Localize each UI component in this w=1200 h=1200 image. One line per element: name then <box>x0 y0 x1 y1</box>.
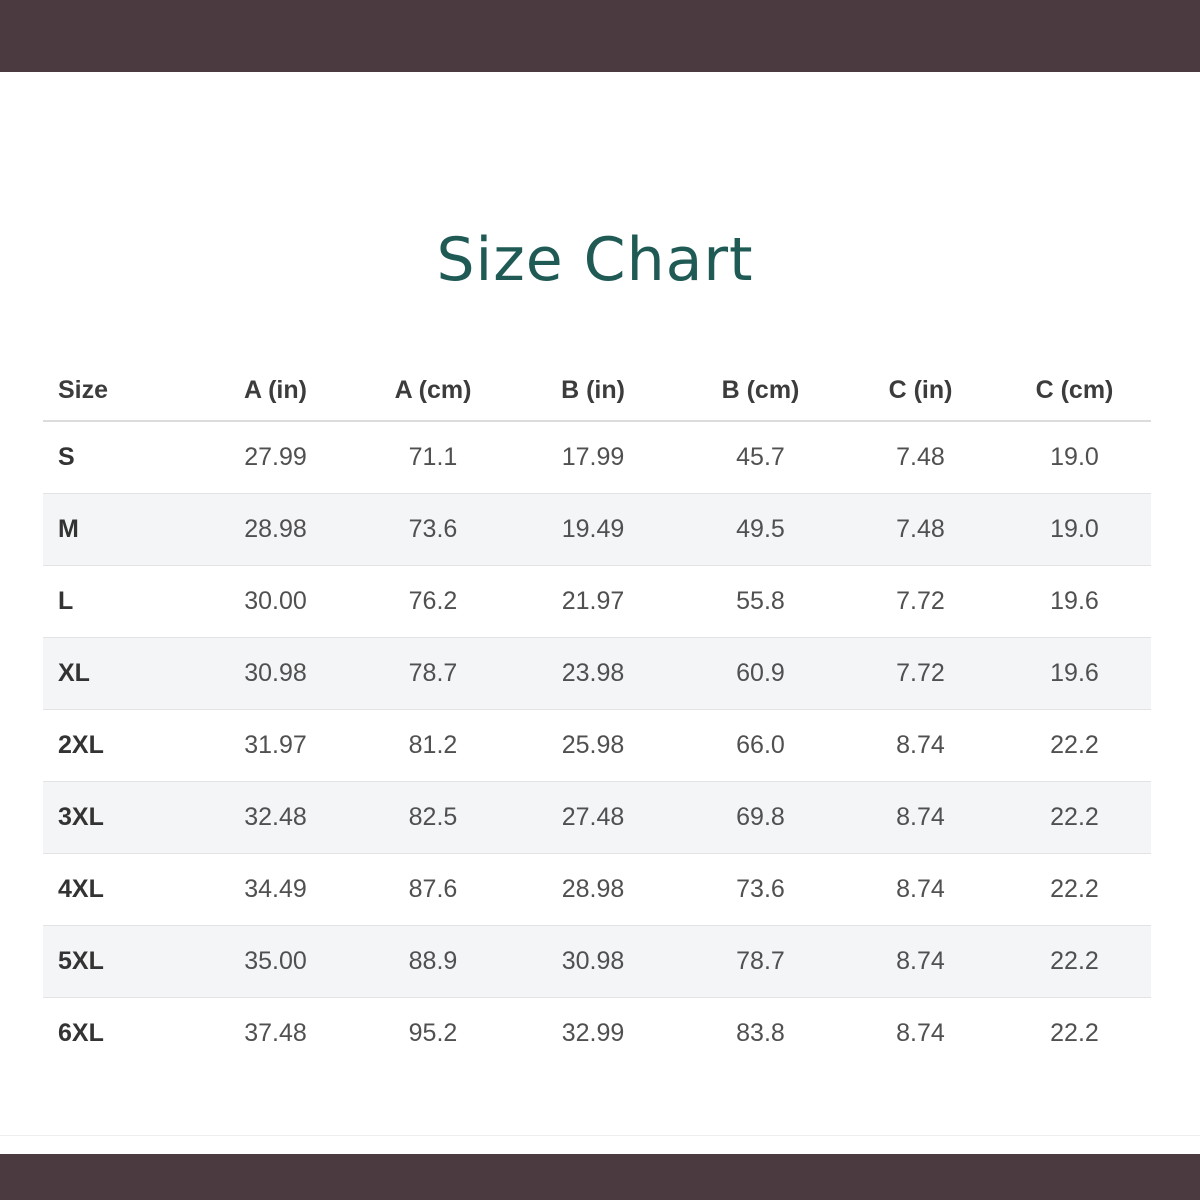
size-chart-page: Size Chart Size A (in) A (cm) B (in) B (… <box>0 0 1200 1200</box>
size-cell: 6XL <box>58 1019 104 1047</box>
b-in-cell: 27.48 <box>508 781 678 854</box>
b-in-cell: 23.98 <box>508 637 678 710</box>
c-cm-cell: 22.2 <box>1050 1019 1099 1047</box>
a-in-cell: 35.00 <box>193 925 358 998</box>
c-cm-cell: 22.2 <box>998 709 1151 782</box>
a-cm-cell: 88.9 <box>358 925 508 998</box>
bottom-divider <box>0 1135 1200 1136</box>
table-row: 3XL 32.48 82.5 27.48 69.8 8.74 22.2 <box>43 781 1151 854</box>
c-in-cell: 8.74 <box>843 709 998 782</box>
c-in-cell: 7.48 <box>843 421 998 494</box>
table-row: 4XL 34.49 87.6 28.98 73.6 8.74 22.2 <box>43 853 1151 926</box>
a-in-cell: 28.98 <box>193 493 358 566</box>
size-cell: S <box>43 421 193 494</box>
b-in-cell: 19.49 <box>508 493 678 566</box>
size-cell: 5XL <box>43 925 193 998</box>
a-cm-cell: 87.6 <box>358 853 508 926</box>
a-in-cell: 30.00 <box>193 565 358 638</box>
size-cell: 3XL <box>43 781 193 854</box>
size-cell: M <box>43 493 193 566</box>
c-in-cell: 8.74 <box>843 781 998 854</box>
column-header-c-cm: C (cm) <box>998 360 1151 422</box>
a-cm-cell: 76.2 <box>358 565 508 638</box>
a-in-cell: 27.99 <box>193 421 358 494</box>
table-row: XL 30.98 78.7 23.98 60.9 7.72 19.6 <box>43 637 1151 710</box>
c-cm-cell: 19.0 <box>998 421 1151 494</box>
b-in-cell: 25.98 <box>508 709 678 782</box>
b-in-cell: 30.98 <box>508 925 678 998</box>
a-cm-cell: 73.6 <box>358 493 508 566</box>
size-table: Size A (in) A (cm) B (in) B (cm) C (in) … <box>43 360 1151 1069</box>
table-row: 2XL 31.97 81.2 25.98 66.0 8.74 22.2 <box>43 709 1151 782</box>
c-in-cell: 7.72 <box>843 565 998 638</box>
b-in-cell: 32.99 <box>561 1019 625 1047</box>
b-cm-cell: 73.6 <box>678 853 843 926</box>
column-header-c-in: C (in) <box>843 360 998 422</box>
table-row: L 30.00 76.2 21.97 55.8 7.72 19.6 <box>43 565 1151 638</box>
c-cm-cell: 19.6 <box>998 637 1151 710</box>
page-title: Size Chart <box>436 225 754 295</box>
table-row: 5XL 35.00 88.9 30.98 78.7 8.74 22.2 <box>43 925 1151 998</box>
b-cm-cell: 45.7 <box>678 421 843 494</box>
size-cell: 4XL <box>43 853 193 926</box>
c-in-cell: 8.74 <box>843 925 998 998</box>
size-cell: L <box>43 565 193 638</box>
a-in-cell: 37.48 <box>244 1019 307 1047</box>
a-cm-cell: 71.1 <box>358 421 508 494</box>
b-cm-cell: 78.7 <box>678 925 843 998</box>
b-cm-cell: 83.8 <box>736 1019 785 1047</box>
c-cm-cell: 22.2 <box>998 781 1151 854</box>
c-in-cell: 7.48 <box>843 493 998 566</box>
size-table-container: Size A (in) A (cm) B (in) B (cm) C (in) … <box>43 360 1151 1069</box>
b-cm-cell: 66.0 <box>678 709 843 782</box>
bottom-band <box>0 1154 1200 1200</box>
b-in-cell: 28.98 <box>508 853 678 926</box>
a-in-cell: 30.98 <box>193 637 358 710</box>
b-cm-cell: 55.8 <box>678 565 843 638</box>
b-cm-cell: 60.9 <box>678 637 843 710</box>
table-body: S 27.99 71.1 17.99 45.7 7.48 19.0 M 28.9… <box>43 421 1151 1069</box>
c-in-cell: 8.74 <box>843 853 998 926</box>
c-cm-cell: 19.6 <box>998 565 1151 638</box>
size-cell: 2XL <box>43 709 193 782</box>
column-header-a-in: A (in) <box>193 360 358 422</box>
table-header-row: Size A (in) A (cm) B (in) B (cm) C (in) … <box>43 360 1151 422</box>
a-cm-cell: 95.2 <box>408 1019 458 1047</box>
a-cm-cell: 81.2 <box>358 709 508 782</box>
table-row: 6XL 37.48 95.2 32.99 83.8 8.74 22.2 <box>43 998 1151 1070</box>
b-cm-cell: 49.5 <box>678 493 843 566</box>
c-in-cell: 7.72 <box>843 637 998 710</box>
c-in-cell: 8.74 <box>896 1019 945 1047</box>
column-header-b-cm: B (cm) <box>678 360 843 422</box>
c-cm-cell: 22.2 <box>998 853 1151 926</box>
b-in-cell: 21.97 <box>508 565 678 638</box>
c-cm-cell: 19.0 <box>998 493 1151 566</box>
size-cell: XL <box>43 637 193 710</box>
a-in-cell: 34.49 <box>193 853 358 926</box>
table-row: S 27.99 71.1 17.99 45.7 7.48 19.0 <box>43 421 1151 494</box>
a-in-cell: 32.48 <box>193 781 358 854</box>
table-row: M 28.98 73.6 19.49 49.5 7.48 19.0 <box>43 493 1151 566</box>
a-in-cell: 31.97 <box>193 709 358 782</box>
c-cm-cell: 22.2 <box>998 925 1151 998</box>
a-cm-cell: 78.7 <box>358 637 508 710</box>
b-in-cell: 17.99 <box>508 421 678 494</box>
column-header-a-cm: A (cm) <box>358 360 508 422</box>
top-band <box>0 0 1200 72</box>
column-header-b-in: B (in) <box>508 360 678 422</box>
column-header-size: Size <box>43 360 193 422</box>
b-cm-cell: 69.8 <box>678 781 843 854</box>
a-cm-cell: 82.5 <box>358 781 508 854</box>
